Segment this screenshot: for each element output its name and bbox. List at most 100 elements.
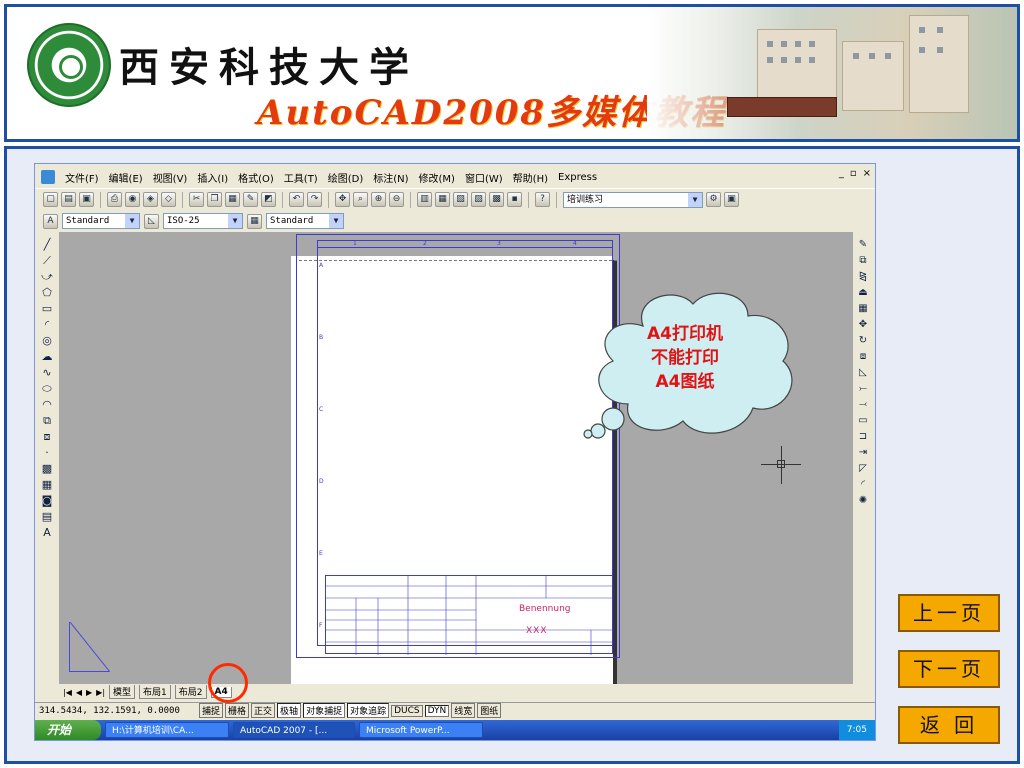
- ellipse-icon[interactable]: ⬭: [40, 382, 54, 395]
- first-tab-icon[interactable]: |◀: [63, 688, 72, 697]
- calculator-icon[interactable]: ▪: [507, 192, 522, 207]
- break-point-icon[interactable]: ▭: [856, 414, 870, 427]
- taskbar-powerpoint[interactable]: Microsoft PowerP...: [359, 722, 483, 738]
- polar-toggle[interactable]: 极轴: [277, 703, 302, 718]
- menu-edit[interactable]: 编辑(E): [109, 170, 143, 185]
- rectangle-icon[interactable]: ▭: [40, 302, 54, 315]
- ortho-toggle[interactable]: 正交: [251, 703, 276, 718]
- minimize-icon[interactable]: _: [839, 168, 844, 179]
- text-style-icon[interactable]: A: [43, 213, 58, 229]
- restore-icon[interactable]: ▫: [850, 168, 857, 179]
- text-style-select[interactable]: Standard ▼: [62, 213, 140, 229]
- block-editor-icon[interactable]: ◩: [261, 192, 276, 207]
- help-icon[interactable]: ?: [535, 192, 550, 207]
- sheet-set-icon[interactable]: ▨: [471, 192, 486, 207]
- chevron-down-icon[interactable]: ▼: [228, 214, 242, 228]
- menu-file[interactable]: 文件(F): [65, 170, 99, 185]
- match-properties-icon[interactable]: ✎: [243, 192, 258, 207]
- mirror-icon[interactable]: ⧎: [856, 270, 870, 283]
- move-icon[interactable]: ✥: [856, 318, 870, 331]
- table-style-icon[interactable]: ▦: [247, 213, 262, 229]
- break-icon[interactable]: ⊐: [856, 430, 870, 443]
- 3d-dwf-icon[interactable]: ◇: [161, 192, 176, 207]
- line-icon[interactable]: ╱: [40, 238, 54, 251]
- dim-style-select[interactable]: ISO-25 ▼: [163, 213, 243, 229]
- construction-line-icon[interactable]: ⟋: [40, 254, 54, 267]
- chevron-down-icon[interactable]: ▼: [329, 214, 343, 228]
- table-style-select[interactable]: Standard ▼: [266, 213, 344, 229]
- menu-modify[interactable]: 修改(M): [419, 170, 455, 185]
- menu-view[interactable]: 视图(V): [153, 170, 188, 185]
- new-file-icon[interactable]: ▢: [43, 192, 58, 207]
- prev-page-button[interactable]: 上一页: [898, 594, 1000, 632]
- menu-format[interactable]: 格式(O): [238, 170, 274, 185]
- polyline-icon[interactable]: ⤻: [40, 270, 54, 283]
- design-center-icon[interactable]: ▦: [435, 192, 450, 207]
- last-tab-icon[interactable]: ▶|: [96, 688, 105, 697]
- point-icon[interactable]: ·: [40, 446, 54, 459]
- close-icon[interactable]: ×: [863, 168, 871, 179]
- otrack-toggle[interactable]: 对象追踪: [347, 703, 390, 718]
- osnap-toggle[interactable]: 对象捕捉: [303, 703, 346, 718]
- next-tab-icon[interactable]: ▶: [86, 688, 92, 697]
- menu-help[interactable]: 帮助(H): [513, 170, 548, 185]
- rotate-icon[interactable]: ↻: [856, 334, 870, 347]
- explode-icon[interactable]: ✺: [856, 494, 870, 507]
- scale-icon[interactable]: ⧈: [856, 350, 870, 363]
- save-icon[interactable]: ▣: [79, 192, 94, 207]
- insert-block-icon[interactable]: ⧉: [40, 414, 54, 427]
- open-file-icon[interactable]: ▤: [61, 192, 76, 207]
- dim-style-icon[interactable]: ◺: [144, 213, 159, 229]
- return-button[interactable]: 返 回: [898, 706, 1000, 744]
- chevron-down-icon[interactable]: ▼: [688, 192, 702, 207]
- array-icon[interactable]: ▦: [856, 302, 870, 315]
- make-block-icon[interactable]: ⧈: [40, 430, 54, 443]
- region-icon[interactable]: ◙: [40, 494, 54, 507]
- stretch-icon[interactable]: ◺: [856, 366, 870, 379]
- start-button[interactable]: 开始: [35, 720, 101, 740]
- menu-tools[interactable]: 工具(T): [284, 170, 318, 185]
- grid-toggle[interactable]: 栅格: [225, 703, 250, 718]
- spline-icon[interactable]: ∿: [40, 366, 54, 379]
- markup-icon[interactable]: ▩: [489, 192, 504, 207]
- taskbar-autocad[interactable]: AutoCAD 2007 - [...: [233, 722, 355, 738]
- ducs-toggle[interactable]: DUCS: [391, 704, 423, 717]
- chevron-down-icon[interactable]: ▼: [125, 214, 139, 228]
- snap-toggle[interactable]: 捕捉: [199, 703, 224, 718]
- paper-toggle[interactable]: 图纸: [477, 703, 502, 718]
- publish-icon[interactable]: ◈: [143, 192, 158, 207]
- cut-icon[interactable]: ✂: [189, 192, 204, 207]
- menu-window[interactable]: 窗口(W): [465, 170, 503, 185]
- zoom-realtime-icon[interactable]: ⌕: [353, 192, 368, 207]
- properties-icon[interactable]: ▥: [417, 192, 432, 207]
- gradient-icon[interactable]: ▦: [40, 478, 54, 491]
- hatch-icon[interactable]: ▩: [40, 462, 54, 475]
- chamfer-icon[interactable]: ◸: [856, 462, 870, 475]
- erase-icon[interactable]: ✎: [856, 238, 870, 251]
- tab-layout1[interactable]: 布局1: [139, 685, 171, 699]
- taskbar-explorer[interactable]: H:\计算机培训\CA...: [105, 722, 229, 738]
- offset-icon[interactable]: ⏏: [856, 286, 870, 299]
- circle-icon[interactable]: ◎: [40, 334, 54, 347]
- tab-model[interactable]: 模型: [109, 685, 136, 699]
- dyn-toggle[interactable]: DYN: [424, 704, 450, 717]
- arc-icon[interactable]: ◜: [40, 318, 54, 331]
- extend-icon[interactable]: ⤙: [856, 398, 870, 411]
- menu-insert[interactable]: 插入(I): [197, 170, 228, 185]
- my-workspace-icon[interactable]: ▣: [724, 192, 739, 207]
- trim-icon[interactable]: ⤚: [856, 382, 870, 395]
- tab-layout2[interactable]: 布局2: [174, 685, 207, 699]
- lineweight-toggle[interactable]: 线宽: [451, 703, 476, 718]
- redo-icon[interactable]: ↷: [307, 192, 322, 207]
- print-icon[interactable]: ⎙: [107, 192, 122, 207]
- paste-icon[interactable]: ▦: [225, 192, 240, 207]
- workspace-select[interactable]: 培训练习 ▼: [563, 191, 703, 208]
- copy-object-icon[interactable]: ⧉: [856, 254, 870, 267]
- join-icon[interactable]: ⇥: [856, 446, 870, 459]
- zoom-previous-icon[interactable]: ⊖: [389, 192, 404, 207]
- table-icon[interactable]: ▤: [40, 510, 54, 523]
- zoom-window-icon[interactable]: ⊕: [371, 192, 386, 207]
- fillet-icon[interactable]: ◜: [856, 478, 870, 491]
- pan-icon[interactable]: ✥: [335, 192, 350, 207]
- menu-draw[interactable]: 绘图(D): [328, 170, 364, 185]
